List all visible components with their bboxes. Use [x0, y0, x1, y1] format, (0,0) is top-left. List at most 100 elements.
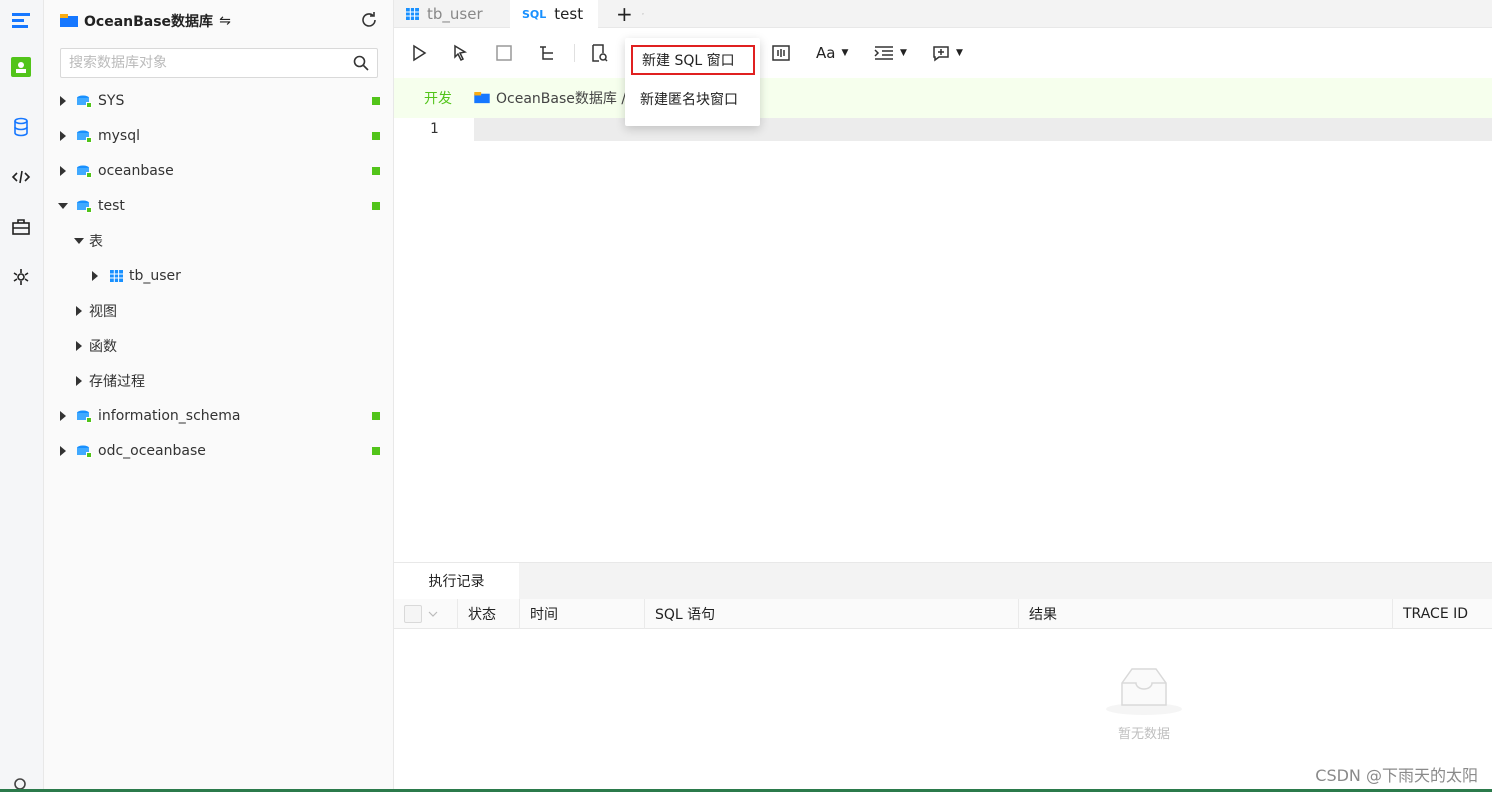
tree-label: mysql [98, 128, 140, 144]
caret-right-icon[interactable] [58, 131, 68, 141]
caret-down-icon[interactable] [58, 203, 68, 209]
tab-menu-button[interactable] [630, 0, 656, 28]
caret-right-icon[interactable] [58, 96, 68, 106]
tree-node-test[interactable]: test [44, 192, 394, 220]
snippet-dropdown[interactable]: ▼ [932, 42, 963, 64]
col-trace-id[interactable]: TRACE ID [1393, 599, 1492, 629]
font-size-dropdown[interactable]: Aa ▼ [816, 42, 848, 64]
tab-label: test [554, 5, 584, 23]
tree-node-odc-oceanbase[interactable]: odc_oceanbase [44, 437, 394, 465]
search-icon[interactable] [353, 55, 369, 75]
schema-icon [77, 165, 92, 178]
breadcrumb-db: OceanBase数据库 / [496, 91, 627, 107]
empty-state: 暂无数据 [1094, 663, 1194, 742]
table-icon [110, 270, 123, 282]
caret-right-icon[interactable] [74, 376, 84, 386]
plan-button[interactable] [538, 42, 556, 64]
doc-search-icon [592, 44, 608, 62]
indent-icon [874, 46, 893, 60]
code-icon[interactable] [8, 164, 34, 190]
tab-label: tb_user [427, 5, 483, 23]
tree-node-procedures[interactable]: 存储过程 [44, 367, 394, 395]
caret-right-icon[interactable] [90, 271, 100, 281]
plugin-icon[interactable] [8, 264, 34, 290]
tree-node-oceanbase[interactable]: oceanbase [44, 157, 394, 185]
caret-right-icon[interactable] [58, 446, 68, 456]
indent-dropdown[interactable]: ▼ [874, 42, 907, 64]
caret-right-icon[interactable] [74, 341, 84, 351]
run-button[interactable] [410, 42, 428, 64]
col-time[interactable]: 时间 [520, 599, 645, 629]
caret-right-icon[interactable] [58, 411, 68, 421]
status-dot [372, 412, 380, 420]
tree-node-tb-user[interactable]: tb_user [44, 262, 394, 290]
toolbox-icon[interactable] [8, 214, 34, 240]
database-icon[interactable] [8, 114, 34, 140]
chevron-down-icon[interactable] [428, 611, 438, 617]
stop-button[interactable] [496, 42, 512, 64]
tree-node-views[interactable]: 视图 [44, 297, 394, 325]
caret-right-icon[interactable] [74, 306, 84, 316]
search-input[interactable] [61, 49, 341, 77]
find-button[interactable] [590, 42, 608, 64]
play-icon [413, 44, 427, 62]
format-button[interactable] [772, 42, 790, 64]
tree-label: odc_oceanbase [98, 443, 206, 459]
user-badge-icon[interactable] [8, 54, 34, 80]
chevron-down-icon [642, 13, 644, 15]
caret-down-icon: ▼ [900, 48, 907, 58]
status-dot [372, 132, 380, 140]
select-all-cell [394, 599, 458, 629]
tab-tb-user[interactable]: tb_user [394, 0, 510, 28]
schema-icon [77, 95, 92, 108]
caret-down-icon: ▼ [841, 48, 849, 58]
editor-toolbar: Aa ▼ ▼ ▼ [394, 30, 1492, 76]
result-panel: 执行记录 状态 时间 SQL 语句 结果 TRACE ID 暂无数据 [394, 562, 1492, 792]
tree-label: 视图 [89, 304, 117, 320]
tab-test[interactable]: SQL test [510, 0, 598, 28]
tree-node-tables[interactable]: 表 [44, 227, 394, 255]
schema-icon [77, 445, 92, 458]
menu-item-new-anonymous-block[interactable]: 新建匿名块窗口 [631, 84, 755, 114]
logo-icon[interactable] [8, 8, 34, 34]
table-icon [406, 8, 419, 20]
tree-node-mysql[interactable]: mysql [44, 122, 394, 150]
menu-item-new-sql-window[interactable]: 新建 SQL 窗口 [631, 45, 755, 75]
tab-execution-history[interactable]: 执行记录 [394, 563, 519, 599]
tree-plan-icon [540, 46, 553, 60]
caret-down-icon[interactable] [74, 238, 84, 244]
refresh-icon[interactable] [359, 10, 379, 30]
tree-node-sys[interactable]: SYS [44, 87, 394, 115]
switch-icon[interactable]: ⇋ [219, 13, 231, 29]
search-rail-icon[interactable] [8, 772, 34, 798]
env-tag: 开发 [424, 91, 452, 107]
editor-tabs: tb_user SQL test + [394, 0, 1492, 28]
caret-down-icon: ▼ [956, 48, 963, 58]
tree-node-functions[interactable]: 函数 [44, 332, 394, 360]
object-sidebar: OceanBase数据库 ⇋ SYS mysql oceanbase test [44, 0, 394, 792]
status-dot [372, 167, 380, 175]
tree-label: tb_user [129, 268, 181, 284]
tree-label: test [98, 198, 125, 214]
select-all-checkbox[interactable] [404, 605, 422, 623]
empty-text: 暂无数据 [1117, 727, 1170, 742]
db-switcher[interactable]: OceanBase数据库 ⇋ [60, 10, 231, 32]
col-sql[interactable]: SQL 语句 [645, 599, 1019, 629]
tree-label: SYS [98, 93, 125, 109]
history-table-header: 状态 时间 SQL 语句 结果 TRACE ID [394, 599, 1492, 629]
db-folder-icon [474, 92, 490, 104]
status-dot [372, 202, 380, 210]
run-selected-button[interactable] [452, 42, 470, 64]
col-status[interactable]: 状态 [458, 599, 520, 629]
tree-node-information-schema[interactable]: information_schema [44, 402, 394, 430]
col-result[interactable]: 结果 [1019, 599, 1393, 629]
activity-rail [0, 0, 44, 792]
db-folder-icon [60, 14, 78, 27]
caret-right-icon[interactable] [58, 166, 68, 176]
db-name: OceanBase数据库 [84, 14, 214, 30]
tree-label: 存储过程 [89, 374, 145, 390]
tree-label: 表 [89, 234, 103, 250]
tree-label: information_schema [98, 408, 241, 424]
sql-editor[interactable]: 1 [394, 118, 1492, 562]
search-box [60, 48, 378, 78]
